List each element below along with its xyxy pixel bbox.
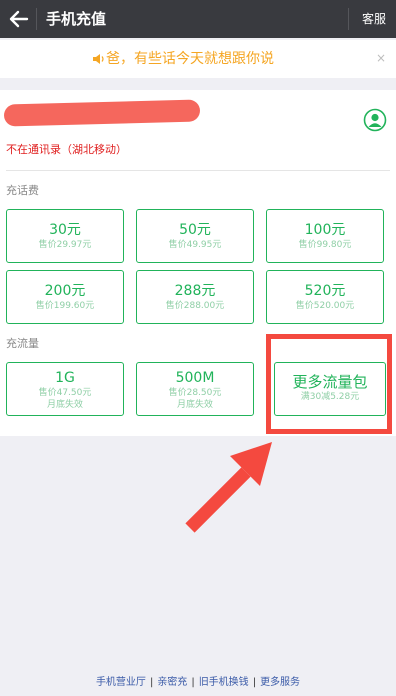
option-price: 售价99.80元 bbox=[298, 240, 352, 250]
contact-picker-icon[interactable] bbox=[363, 108, 387, 132]
option-amount: 520元 bbox=[304, 283, 346, 299]
option-amount: 100元 bbox=[304, 222, 346, 238]
page-title: 手机充值 bbox=[46, 10, 107, 28]
option-price: 售价288.00元 bbox=[165, 301, 225, 311]
customer-service-button[interactable]: 客服 bbox=[362, 10, 386, 28]
back-arrow-icon[interactable] bbox=[6, 6, 32, 32]
footer-link-business-hall[interactable]: 手机营业厅 bbox=[96, 677, 146, 688]
option-price: 售价28.50元 bbox=[168, 388, 222, 398]
option-note: 月底失效 bbox=[176, 400, 213, 410]
recharge-option-30[interactable]: 30元 售价29.97元 bbox=[6, 209, 124, 263]
footer-link-more-services[interactable]: 更多服务 bbox=[260, 677, 300, 688]
notice-close-icon[interactable]: × bbox=[376, 50, 386, 66]
data-option-500m[interactable]: 500M 售价28.50元 月底失效 bbox=[136, 362, 254, 416]
recharge-section-label: 充话费 bbox=[6, 184, 39, 197]
option-amount: 200元 bbox=[44, 283, 86, 299]
header-divider bbox=[36, 8, 37, 30]
recharge-option-50[interactable]: 50元 售价49.95元 bbox=[136, 209, 254, 263]
footer-separator: | bbox=[252, 677, 257, 688]
recharge-option-200[interactable]: 200元 售价199.60元 bbox=[6, 270, 124, 324]
option-amount: 50元 bbox=[179, 222, 211, 238]
option-price: 售价47.50元 bbox=[38, 388, 92, 398]
recharge-option-288[interactable]: 288元 售价288.00元 bbox=[136, 270, 254, 324]
divider bbox=[6, 170, 390, 171]
annotation-highlight-box bbox=[266, 334, 392, 434]
option-price: 售价29.97元 bbox=[38, 240, 92, 250]
option-price: 售价49.95元 bbox=[168, 240, 222, 250]
footer-link-family-recharge[interactable]: 亲密充 bbox=[157, 677, 187, 688]
recharge-option-100[interactable]: 100元 售价99.80元 bbox=[266, 209, 384, 263]
footer-link-trade-in[interactable]: 旧手机换钱 bbox=[199, 677, 249, 688]
option-amount: 500M bbox=[175, 370, 215, 386]
notice-text: 爸，有些话今天就想跟你说 bbox=[106, 51, 274, 67]
data-section-label: 充流量 bbox=[6, 337, 39, 350]
option-amount: 30元 bbox=[49, 222, 81, 238]
carrier-status: 不在通讯录（湖北移动） bbox=[6, 143, 127, 156]
data-option-1g[interactable]: 1G 售价47.50元 月底失效 bbox=[6, 362, 124, 416]
speaker-icon bbox=[93, 54, 104, 64]
option-amount: 1G bbox=[55, 370, 75, 386]
option-amount: 288元 bbox=[174, 283, 216, 299]
footer-separator: | bbox=[149, 677, 154, 688]
option-note: 月底失效 bbox=[46, 400, 83, 410]
footer-separator: | bbox=[191, 677, 195, 688]
top-bar: 手机充值 客服 bbox=[0, 0, 396, 38]
recharge-option-520[interactable]: 520元 售价520.00元 bbox=[266, 270, 384, 324]
annotation-arrow bbox=[185, 442, 272, 533]
footer-links: 手机营业厅 | 亲密充 | 旧手机换钱 | 更多服务 bbox=[0, 676, 396, 692]
option-price: 售价520.00元 bbox=[295, 301, 355, 311]
option-price: 售价199.60元 bbox=[35, 301, 95, 311]
header-divider-right bbox=[348, 8, 349, 30]
notice-banner[interactable]: 爸，有些话今天就想跟你说 × bbox=[0, 40, 396, 78]
